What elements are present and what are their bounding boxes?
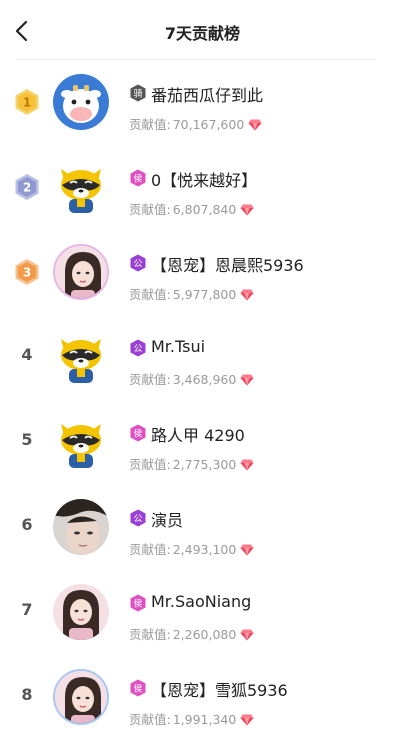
list-item[interactable]: 6 公演员贡献值: 2,493,100 bbox=[0, 485, 405, 570]
rank-number: 5 bbox=[21, 430, 33, 449]
avatar[interactable] bbox=[53, 669, 109, 725]
contribution-value: 贡献值: 3,468,960 bbox=[129, 369, 254, 389]
user-name: 【恩宠】恩晨熙5936 bbox=[151, 256, 304, 275]
rank-tag-icon: 侯 bbox=[129, 679, 147, 697]
rank-medal-icon: 2 bbox=[13, 173, 41, 201]
svg-text:侯: 侯 bbox=[133, 428, 142, 440]
list-item[interactable]: 5 侯路人甲 4290 贡献值: 2,775,300 bbox=[0, 400, 405, 485]
gem-icon bbox=[240, 544, 254, 559]
rank-medal-icon: 1 bbox=[13, 88, 41, 116]
gem-icon bbox=[240, 459, 254, 474]
avatar[interactable] bbox=[53, 159, 109, 215]
avatar[interactable] bbox=[53, 584, 109, 640]
user-name: Mr.SaoNiang bbox=[151, 592, 252, 611]
rank-number: 7 bbox=[21, 600, 33, 619]
contribution-number: 70,167,600 bbox=[172, 117, 245, 132]
rank-tag-icon: 侯 bbox=[129, 594, 147, 612]
contribution-value: 贡献值: 1,991,340 bbox=[129, 709, 254, 729]
page-title: 7天贡献榜 bbox=[164, 24, 241, 43]
contribution-label: 贡献值: bbox=[129, 712, 171, 727]
svg-text:1: 1 bbox=[23, 96, 31, 110]
contribution-value: 贡献值: 2,260,080 bbox=[129, 624, 254, 644]
list-item[interactable]: 7 侯 Mr.SaoNiang 贡献值: 2,260,080 bbox=[0, 570, 405, 655]
contribution-label: 贡献值: bbox=[129, 542, 171, 557]
svg-text:侯: 侯 bbox=[133, 598, 142, 610]
list-item[interactable]: 8 侯【恩宠】雪狐5936 贡献值: 1,991,340 bbox=[0, 655, 405, 733]
user-name: 演员 bbox=[151, 511, 184, 530]
rank-tag-icon: 侯 bbox=[129, 424, 147, 442]
rank-number: 4 bbox=[21, 345, 33, 364]
contribution-value: 贡献值: 6,807,840 bbox=[129, 199, 254, 219]
contribution-number: 6,807,840 bbox=[172, 202, 237, 217]
svg-text:2: 2 bbox=[23, 181, 31, 195]
svg-text:公: 公 bbox=[133, 259, 142, 270]
rank-tag-icon: 侯 bbox=[129, 169, 147, 187]
contribution-value: 贡献值: 5,977,800 bbox=[129, 284, 254, 304]
gem-icon bbox=[240, 289, 254, 304]
header-bar: 7天贡献榜 bbox=[0, 0, 405, 60]
gem-icon bbox=[240, 629, 254, 644]
avatar[interactable] bbox=[53, 74, 109, 130]
gem-icon bbox=[240, 714, 254, 729]
contribution-label: 贡献值: bbox=[129, 117, 171, 132]
contribution-number: 2,775,300 bbox=[172, 457, 237, 472]
user-name: Mr.Tsui bbox=[151, 337, 206, 356]
avatar[interactable] bbox=[53, 414, 109, 470]
list-item[interactable]: 2 侯 0【悦来越好】贡献值: 6,807,840 bbox=[0, 145, 405, 230]
rank-tag-icon: 公 bbox=[129, 509, 147, 527]
contribution-value: 贡献值: 2,493,100 bbox=[129, 539, 254, 559]
contribution-number: 5,977,800 bbox=[172, 287, 237, 302]
avatar[interactable] bbox=[53, 329, 109, 385]
rank-number: 8 bbox=[21, 685, 33, 704]
rank-tag-icon: 公 bbox=[129, 339, 147, 357]
contribution-value: 贡献值: 70,167,600 bbox=[129, 114, 262, 134]
contribution-label: 贡献值: bbox=[129, 287, 171, 302]
gem-icon bbox=[248, 119, 262, 134]
gem-icon bbox=[240, 204, 254, 219]
user-name: 【恩宠】雪狐5936 bbox=[151, 681, 288, 700]
user-name: 番茄西瓜仔到此 bbox=[151, 86, 264, 105]
svg-text:公: 公 bbox=[133, 514, 142, 525]
avatar[interactable] bbox=[53, 244, 109, 300]
rank-number: 6 bbox=[21, 515, 33, 534]
list-item[interactable]: 3 公【恩宠】恩晨熙5936 贡献值: 5,977,800 bbox=[0, 230, 405, 315]
svg-text:3: 3 bbox=[23, 266, 31, 280]
user-name: 0【悦来越好】 bbox=[151, 171, 258, 190]
avatar[interactable] bbox=[53, 499, 109, 555]
list-item[interactable]: 1 骑番茄西瓜仔到此贡献值: 70,167,600 bbox=[0, 60, 405, 145]
rank-tag-icon: 公 bbox=[129, 254, 147, 272]
contribution-number: 1,991,340 bbox=[172, 712, 237, 727]
contribution-number: 2,493,100 bbox=[172, 542, 237, 557]
svg-text:骑: 骑 bbox=[133, 88, 142, 100]
gem-icon bbox=[240, 374, 254, 389]
contribution-label: 贡献值: bbox=[129, 627, 171, 642]
contribution-number: 3,468,960 bbox=[172, 372, 237, 387]
svg-text:公: 公 bbox=[133, 344, 142, 355]
svg-text:侯: 侯 bbox=[133, 173, 142, 185]
svg-text:侯: 侯 bbox=[133, 683, 142, 695]
contribution-label: 贡献值: bbox=[129, 372, 171, 387]
contribution-value: 贡献值: 2,775,300 bbox=[129, 454, 254, 474]
list-item[interactable]: 4 公 Mr.Tsui 贡献值: 3,468,960 bbox=[0, 315, 405, 400]
contribution-label: 贡献值: bbox=[129, 457, 171, 472]
contribution-label: 贡献值: bbox=[129, 202, 171, 217]
rank-tag-icon: 骑 bbox=[129, 84, 147, 102]
user-name: 路人甲 4290 bbox=[151, 426, 245, 445]
rank-medal-icon: 3 bbox=[13, 258, 41, 286]
contribution-number: 2,260,080 bbox=[172, 627, 237, 642]
